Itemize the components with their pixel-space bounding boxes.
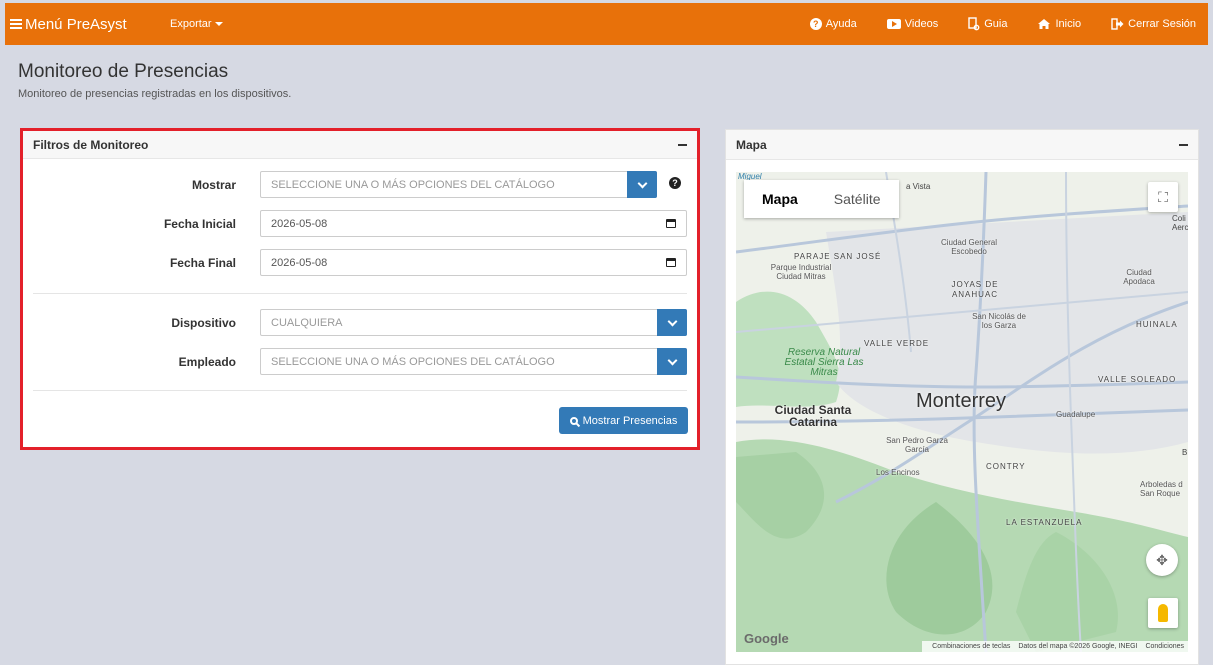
map-tab-map[interactable]: Mapa: [744, 180, 816, 218]
map-label-parque-industrial: Parque Industrial Ciudad Mitras: [770, 263, 832, 281]
start-date-label: Fecha Inicial: [163, 217, 236, 231]
map-label-huinala: HUINALA: [1136, 320, 1178, 329]
nav-home-label: Inicio: [1055, 18, 1082, 30]
show-dropdown-button[interactable]: [627, 171, 657, 198]
export-label: Exportar: [170, 18, 212, 30]
filters-panel-title: Filtros de Monitoreo: [33, 137, 149, 152]
map-label-contry: CONTRY: [986, 462, 1026, 471]
map-label-valle-verde: VALLE VERDE: [864, 339, 930, 348]
end-date-label: Fecha Final: [169, 256, 236, 270]
start-date-value: 2026-05-08: [271, 217, 328, 230]
chevron-down-icon: [637, 178, 647, 188]
map-label-san-nicolas: San Nicolás de los Garza: [972, 312, 1026, 330]
attrib-keyboard-link[interactable]: Combinaciones de teclas: [932, 643, 1010, 650]
map-type-control: Mapa Satélite: [744, 180, 899, 218]
map-panel-header: Mapa: [726, 130, 1198, 160]
menu-toggle[interactable]: Menú PreAsyst: [5, 16, 170, 33]
nav-help[interactable]: ? Ayuda: [809, 18, 857, 30]
device-select-value: CUALQUIERA: [271, 316, 343, 329]
start-date-row: Fecha Inicial 2026-05-08: [23, 210, 697, 237]
caret-down-icon: [214, 22, 223, 26]
top-navbar: Menú PreAsyst Exportar ? Ayuda Videos Gu…: [5, 3, 1208, 45]
nav-help-label: Ayuda: [825, 18, 857, 30]
map-label-arboledas: Arboledas d San Roque: [1140, 480, 1183, 498]
employee-dropdown-button[interactable]: [657, 348, 687, 375]
show-row: Mostrar SELECCIONE UNA O MÁS OPCIONES DE…: [23, 171, 697, 198]
guide-icon: [968, 17, 980, 31]
map-label-estanzuela: LA ESTANZUELA: [1006, 518, 1083, 527]
minimize-icon[interactable]: [678, 143, 687, 146]
device-row: Dispositivo CUALQUIERA: [23, 309, 697, 336]
chevron-down-icon: [667, 316, 677, 326]
home-icon: [1037, 18, 1051, 30]
nav-videos-label: Videos: [904, 18, 939, 30]
filters-panel-header: Filtros de Monitoreo: [23, 131, 697, 159]
map-panel-title: Mapa: [736, 137, 767, 152]
map-label-guadalupe: Guadalupe: [1056, 410, 1096, 419]
question-circle-icon[interactable]: ?: [669, 177, 681, 189]
end-date-value: 2026-05-08: [271, 256, 328, 269]
nav-logout-label: Cerrar Sesión: [1128, 18, 1196, 30]
calendar-icon[interactable]: [666, 258, 676, 267]
page-subtitle: Monitoreo de presencias registradas en l…: [18, 88, 292, 100]
hamburger-icon: [10, 17, 22, 31]
start-date-input[interactable]: 2026-05-08: [260, 210, 687, 237]
nav-home[interactable]: Inicio: [1037, 18, 1081, 30]
filters-panel: Filtros de Monitoreo Mostrar SELECCIONE …: [23, 131, 697, 447]
map-label-escobedo: Ciudad General Escobedo: [940, 238, 998, 256]
map-panel: Mapa Mapa Satélite ⛶ ✥ Miguel a Vista Co…: [725, 129, 1199, 665]
employee-select-placeholder: SELECCIONE UNA O MÁS OPCIONES DEL CATÁLO…: [271, 355, 555, 368]
map-label-apodaca: Ciudad Apodaca: [1123, 268, 1155, 286]
minimize-icon[interactable]: [1179, 143, 1188, 146]
device-label: Dispositivo: [171, 316, 236, 330]
map-label-los-encinos: Los Encinos: [876, 468, 920, 477]
fullscreen-icon[interactable]: ⛶: [1148, 182, 1178, 212]
nav-guide[interactable]: Guia: [968, 17, 1007, 31]
divider: [33, 293, 687, 294]
employee-label: Empleado: [178, 355, 236, 369]
pegman-icon[interactable]: [1148, 598, 1178, 628]
nav-logout[interactable]: Cerrar Sesión: [1111, 18, 1196, 30]
show-select-placeholder: SELECCIONE UNA O MÁS OPCIONES DEL CATÁLO…: [271, 178, 555, 191]
device-select[interactable]: CUALQUIERA: [260, 309, 687, 336]
map-label-paraje: PARAJE SAN JOSÉ: [794, 252, 882, 261]
map-label-joyas: JOYAS DE ANAHUAC: [951, 280, 999, 299]
map-tab-satellite[interactable]: Satélite: [816, 180, 899, 218]
map-label-monterrey: Monterrey: [916, 390, 1007, 412]
chevron-down-icon: [667, 355, 677, 365]
map-label-vista: a Vista: [906, 182, 931, 191]
show-presences-label: Mostrar Presencias: [582, 414, 678, 427]
page-title: Monitoreo de Presencias: [18, 61, 229, 82]
map-label-san-pedro: San Pedro Garza García: [886, 436, 948, 454]
divider: [33, 390, 687, 391]
sign-out-icon: [1111, 18, 1124, 30]
video-icon: [886, 19, 901, 29]
attrib-data: Datos del mapa ©2026 Google, INEGI: [1018, 643, 1138, 650]
end-date-input[interactable]: 2026-05-08: [260, 249, 687, 276]
employee-row: Empleado SELECCIONE UNA O MÁS OPCIONES D…: [23, 348, 697, 375]
attrib-terms-link[interactable]: Condiciones: [1145, 643, 1184, 650]
nav-videos[interactable]: Videos: [886, 18, 939, 30]
show-label: Mostrar: [191, 178, 236, 192]
nav-guide-label: Guia: [984, 18, 1008, 30]
end-date-row: Fecha Final 2026-05-08: [23, 249, 697, 276]
map-attribution: Combinaciones de teclas Datos del mapa ©…: [922, 641, 1188, 652]
calendar-icon[interactable]: [666, 219, 676, 228]
show-presences-button[interactable]: Mostrar Presencias: [559, 407, 688, 434]
camera-control-icon[interactable]: ✥: [1146, 544, 1178, 576]
map-label-santa-catarina: Ciudad Santa Catarina: [774, 403, 852, 429]
map-label-coli: Coli Aerc: [1172, 214, 1188, 232]
employee-select[interactable]: SELECCIONE UNA O MÁS OPCIONES DEL CATÁLO…: [260, 348, 687, 375]
export-dropdown[interactable]: Exportar: [170, 18, 223, 30]
device-dropdown-button[interactable]: [657, 309, 687, 336]
show-select[interactable]: SELECCIONE UNA O MÁS OPCIONES DEL CATÁLO…: [260, 171, 657, 198]
map-label-valle-soleado: VALLE SOLEADO: [1098, 375, 1177, 384]
brand-label: Menú PreAsyst: [25, 15, 127, 33]
google-logo: Google: [744, 631, 789, 646]
map-label-b: B: [1182, 448, 1188, 457]
map-view[interactable]: Mapa Satélite ⛶ ✥ Miguel a Vista Coli Ae…: [736, 172, 1188, 652]
map-label-reserva: Reserva Natural Estatal Sierra Las Mitra…: [784, 347, 864, 378]
search-icon: [569, 416, 578, 425]
question-circle-icon: ?: [809, 18, 822, 30]
